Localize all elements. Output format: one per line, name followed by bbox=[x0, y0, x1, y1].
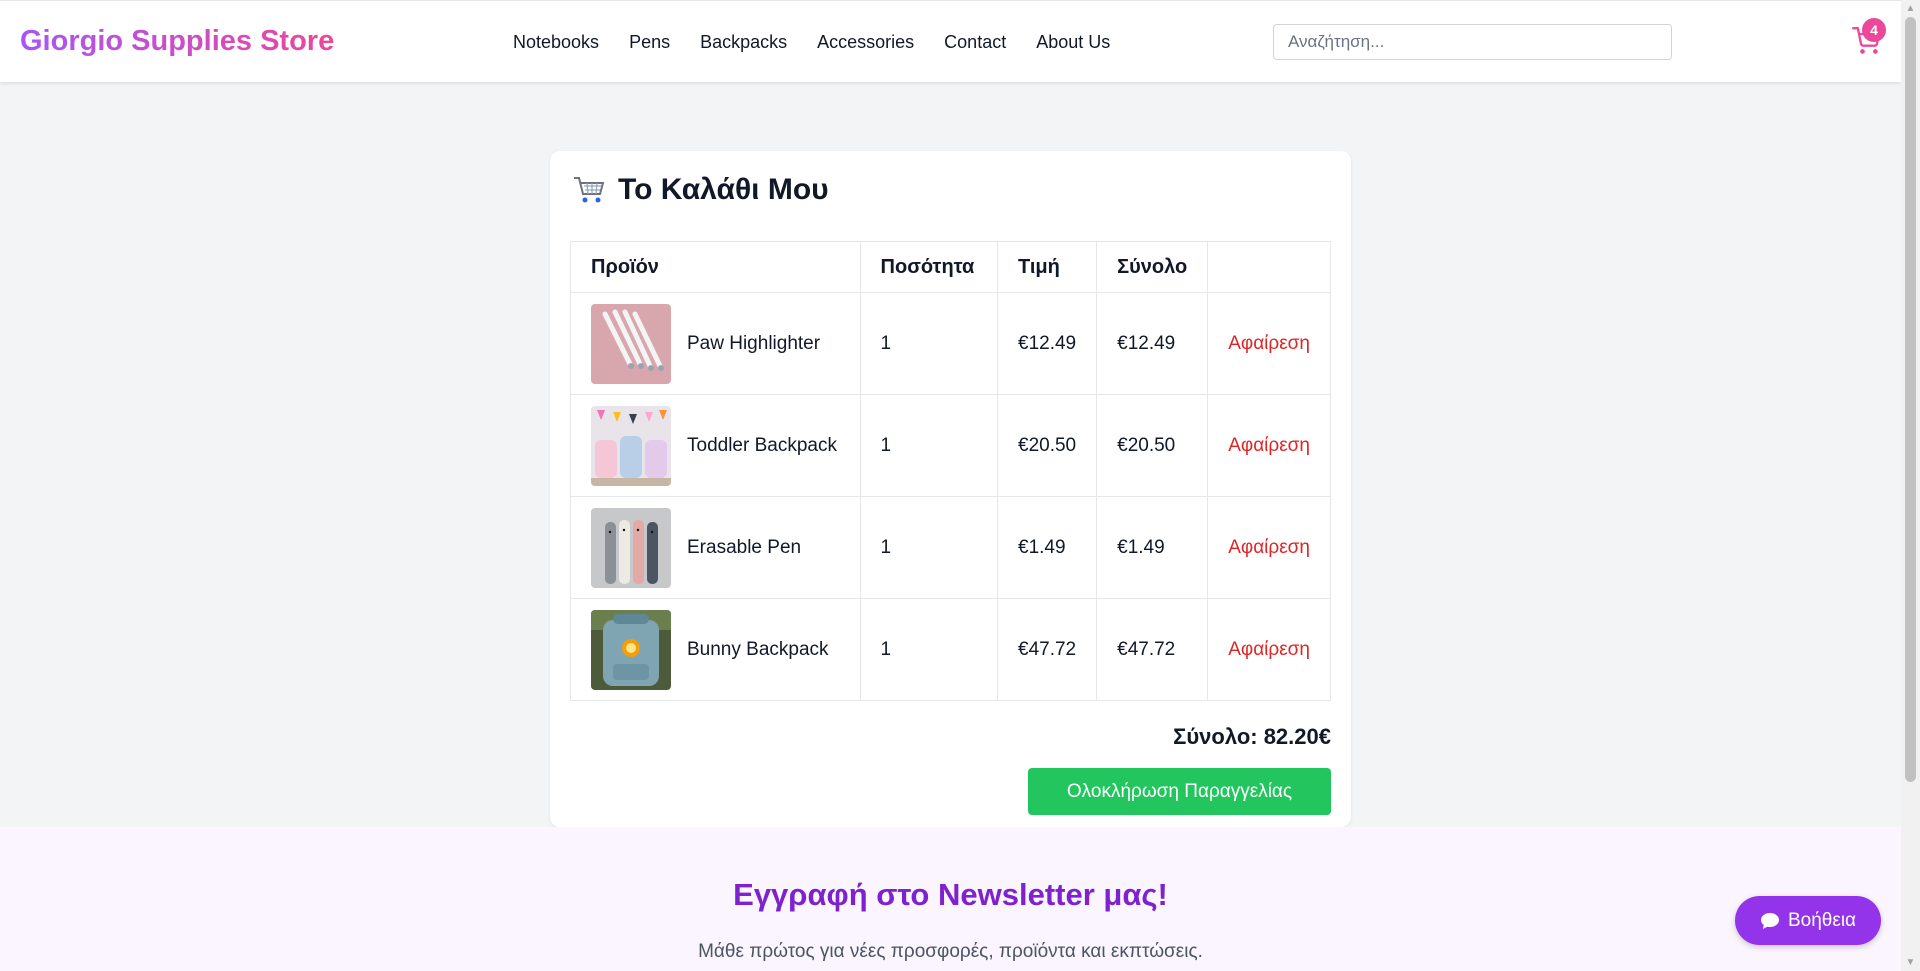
scrollbar-thumb[interactable] bbox=[1905, 17, 1916, 782]
nav-pens[interactable]: Pens bbox=[629, 32, 670, 53]
newsletter-section: Εγγραφή στο Newsletter μας! Μάθε πρώτος … bbox=[0, 827, 1901, 971]
product-name[interactable]: Paw Highlighter bbox=[687, 333, 820, 355]
scroll-up-arrow-icon[interactable]: ▲ bbox=[1901, 0, 1920, 17]
line-total-cell: €1.49 bbox=[1096, 496, 1209, 599]
nav-backpacks[interactable]: Backpacks bbox=[700, 32, 787, 53]
table-row: Paw Highlighter 1 €12.49 €12.49 Αφαίρεση bbox=[570, 292, 1331, 395]
column-actions bbox=[1207, 241, 1331, 293]
chat-bubble-icon bbox=[1760, 912, 1779, 929]
vertical-scrollbar[interactable]: ▲ ▼ bbox=[1901, 0, 1920, 971]
newsletter-title: Εγγραφή στο Newsletter μας! bbox=[733, 877, 1168, 912]
product-image[interactable] bbox=[591, 609, 671, 690]
site-header: Giorgio Supplies Store Notebooks Pens Ba… bbox=[0, 0, 1901, 82]
line-total-cell: €12.49 bbox=[1096, 292, 1209, 395]
column-product: Προϊόν bbox=[570, 241, 861, 293]
cart-panel: Το Καλάθι Μου Προϊόν Ποσότητα Τιμή Σύνολ… bbox=[550, 151, 1351, 827]
store-logo[interactable]: Giorgio Supplies Store bbox=[20, 25, 334, 58]
product-name[interactable]: Toddler Backpack bbox=[687, 435, 837, 457]
product-image[interactable] bbox=[591, 405, 671, 486]
cart-table: Προϊόν Ποσότητα Τιμή Σύνολο Paw Highligh… bbox=[570, 241, 1331, 701]
column-total: Σύνολο bbox=[1096, 241, 1209, 293]
quantity-cell: 1 bbox=[859, 496, 999, 599]
product-name[interactable]: Bunny Backpack bbox=[687, 639, 829, 661]
table-row: Erasable Pen 1 €1.49 €1.49 Αφαίρεση bbox=[570, 496, 1331, 599]
line-total-cell: €47.72 bbox=[1096, 598, 1209, 701]
cart-grand-total: Σύνολο: 82.20€ bbox=[1173, 724, 1331, 749]
nav-contact[interactable]: Contact bbox=[944, 32, 1006, 53]
price-cell: €47.72 bbox=[996, 598, 1098, 701]
remove-button[interactable]: Αφαίρεση bbox=[1228, 639, 1310, 660]
quantity-cell: 1 bbox=[859, 394, 999, 497]
shopping-cart-icon bbox=[574, 177, 605, 203]
product-image[interactable] bbox=[591, 507, 671, 588]
table-row: Toddler Backpack 1 €20.50 €20.50 Αφαίρεσ… bbox=[570, 394, 1331, 497]
price-cell: €1.49 bbox=[996, 496, 1098, 599]
product-name[interactable]: Erasable Pen bbox=[687, 537, 801, 559]
search-input[interactable] bbox=[1273, 24, 1672, 60]
table-header-row: Προϊόν Ποσότητα Τιμή Σύνολο bbox=[570, 241, 1331, 293]
column-price: Τιμή bbox=[996, 241, 1098, 293]
product-cell: Paw Highlighter bbox=[591, 303, 840, 384]
scroll-down-arrow-icon[interactable]: ▼ bbox=[1901, 954, 1920, 971]
product-image[interactable] bbox=[591, 303, 671, 384]
checkout-button[interactable]: Ολοκλήρωση Παραγγελίας bbox=[1028, 768, 1331, 815]
cart-heading: Το Καλάθι Μου bbox=[572, 173, 829, 207]
main-nav: Notebooks Pens Backpacks Accessories Con… bbox=[513, 32, 1110, 53]
nav-accessories[interactable]: Accessories bbox=[817, 32, 914, 53]
table-row: Bunny Backpack 1 €47.72 €47.72 Αφαίρεση bbox=[570, 598, 1331, 701]
remove-button[interactable]: Αφαίρεση bbox=[1228, 537, 1310, 558]
product-cell: Erasable Pen bbox=[591, 507, 840, 588]
help-label: Βοήθεια bbox=[1787, 909, 1857, 931]
quantity-cell: 1 bbox=[859, 598, 999, 701]
price-cell: €20.50 bbox=[996, 394, 1098, 497]
remove-button[interactable]: Αφαίρεση bbox=[1228, 435, 1310, 456]
column-quantity: Ποσότητα bbox=[859, 241, 999, 293]
cart-count-badge: 4 bbox=[1862, 18, 1886, 42]
help-button[interactable]: Βοήθεια bbox=[1735, 896, 1881, 945]
cart-title: Το Καλάθι Μου bbox=[618, 173, 829, 206]
nav-notebooks[interactable]: Notebooks bbox=[513, 32, 599, 53]
nav-about-us[interactable]: About Us bbox=[1036, 32, 1110, 53]
line-total-cell: €20.50 bbox=[1096, 394, 1209, 497]
product-cell: Toddler Backpack bbox=[591, 405, 840, 486]
product-cell: Bunny Backpack bbox=[591, 609, 840, 690]
price-cell: €12.49 bbox=[996, 292, 1098, 395]
page: Giorgio Supplies Store Notebooks Pens Ba… bbox=[0, 0, 1901, 971]
remove-button[interactable]: Αφαίρεση bbox=[1228, 333, 1310, 354]
newsletter-subtitle: Μάθε πρώτος για νέες προσφορές, προϊόντα… bbox=[698, 941, 1203, 962]
quantity-cell: 1 bbox=[859, 292, 999, 395]
